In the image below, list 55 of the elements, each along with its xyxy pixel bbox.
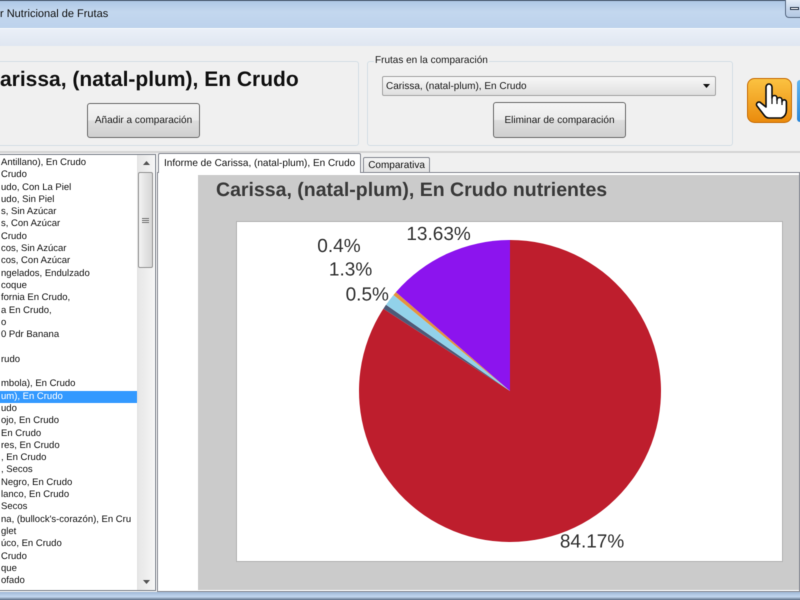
- list-item[interactable]: Crudo: [0, 550, 137, 563]
- minimize-button[interactable]: [785, 0, 800, 18]
- list-item[interactable]: o: [0, 316, 137, 330]
- list-item[interactable]: Negro, En Crudo: [0, 476, 137, 490]
- list-item[interactable]: mbola), En Crudo: [0, 378, 137, 391]
- list-item[interactable]: udo: [0, 402, 137, 416]
- caret-down-icon: [703, 84, 710, 88]
- list-item[interactable]: Crudo: [0, 230, 137, 244]
- list-item[interactable]: ojo, En Crudo: [0, 415, 137, 428]
- list-item[interactable]: 0 Pdr Banana: [0, 329, 137, 342]
- list-item[interactable]: s, Con Azúcar: [0, 218, 137, 231]
- data-label: 13.63%: [406, 224, 471, 246]
- list-item[interactable]: lanco, En Crudo: [0, 489, 137, 502]
- tab[interactable]: Informe de Carissa, (natal-plum), En Crudo: [158, 153, 362, 173]
- list-item[interactable]: cos, Con Azúcar: [0, 255, 137, 268]
- list-item[interactable]: s, Sin Azúcar: [0, 206, 137, 218]
- chart-title: Carissa, (natal-plum), En Crudo nutrientes: [216, 178, 608, 202]
- list-item[interactable]: que: [0, 562, 137, 576]
- minimize-icon: [790, 7, 799, 10]
- list-item[interactable]: En Crudo: [0, 428, 137, 440]
- list-item[interactable]: na, (bullock's-corazón), En Cru: [0, 514, 137, 526]
- grip-icon: [142, 218, 149, 222]
- list-item[interactable]: udo, Sin Piel: [0, 194, 137, 206]
- list-item[interactable]: , Secos: [0, 464, 137, 477]
- list-item[interactable]: res, En Crudo: [0, 440, 137, 452]
- down-arrow-icon: [142, 580, 150, 584]
- tile-icon[interactable]: [797, 80, 800, 122]
- list-item[interactable]: udo, Con La Piel: [0, 182, 137, 194]
- data-label: 0.5%: [346, 284, 389, 306]
- list-item[interactable]: a En Crudo,: [0, 304, 137, 317]
- list-item[interactable]: Secos: [0, 501, 137, 514]
- list-item[interactable]: úco, En Crudo: [0, 538, 137, 550]
- list-item[interactable]: coque: [0, 280, 137, 292]
- data-label: 1.3%: [328, 260, 372, 281]
- up-arrow-icon: [142, 161, 150, 165]
- list-item[interactable]: cos, Sin Azúcar: [0, 243, 137, 256]
- remove-button[interactable]: Eliminar de comparación: [493, 102, 626, 138]
- data-label: 0.4%: [317, 236, 361, 257]
- list-item[interactable]: glet: [0, 526, 137, 538]
- data-label: 84.17%: [560, 532, 624, 553]
- list-item[interactable]: fornia En Crudo,: [0, 292, 137, 305]
- list-item[interactable]: , En Crudo: [0, 452, 137, 464]
- list-item[interactable]: ofado: [0, 575, 137, 588]
- window-title: r Nutricional de Frutas: [0, 8, 108, 21]
- list-item[interactable]: Antillano), En Crudo: [0, 157, 137, 170]
- fruit-heading: arissa, (natal-plum), En Crudo: [0, 68, 299, 92]
- scrollbar-thumb[interactable]: [138, 172, 153, 268]
- tab[interactable]: Comparativa: [363, 157, 430, 172]
- hand-pointer-icon[interactable]: [747, 78, 792, 123]
- add-button[interactable]: Añadir a comparación: [87, 103, 200, 138]
- list-item[interactable]: Crudo: [0, 169, 137, 182]
- fruit-dropdown[interactable]: Carissa, (natal-plum), En Crudo: [382, 76, 716, 96]
- list-item[interactable]: ngelados, Endulzado: [0, 268, 137, 280]
- list-item[interactable]: rudo: [0, 354, 137, 366]
- group-label: Frutas en la comparación: [374, 55, 489, 67]
